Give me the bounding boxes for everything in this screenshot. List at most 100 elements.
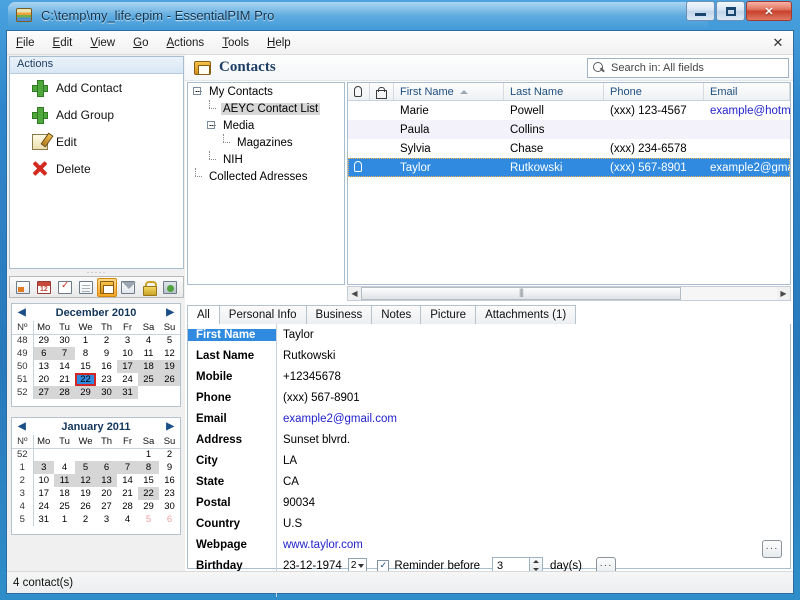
menu-go[interactable]: Go (124, 34, 157, 52)
calendar-day[interactable]: 3 (33, 461, 54, 474)
table-row[interactable]: SylviaChase(xxx) 234-6578 (348, 139, 790, 158)
calendar-day[interactable]: 18 (54, 487, 75, 500)
calendar-day[interactable]: 19 (75, 487, 96, 500)
calendar-day[interactable]: 15 (138, 474, 159, 487)
calendar-day[interactable]: 14 (117, 474, 138, 487)
tree-item-magazines[interactable]: Magazines (188, 134, 344, 151)
calendar-day[interactable]: 19 (159, 360, 180, 373)
hscroll-left-arrow-icon[interactable]: ◀ (348, 287, 361, 300)
calendar-day[interactable]: 5 (159, 334, 180, 347)
detail-value-phone[interactable]: (xxx) 567-8901 (276, 387, 790, 408)
calendar-day[interactable]: 25 (54, 500, 75, 513)
detail-value-mobile[interactable]: +12345678 (276, 366, 790, 387)
minimize-button[interactable] (686, 1, 715, 21)
calendar-day[interactable]: 1 (54, 513, 75, 526)
detail-value-last-name[interactable]: Rutkowski (276, 345, 790, 366)
calendar-day[interactable]: 11 (54, 474, 75, 487)
column-header-last-name[interactable]: Last Name (504, 83, 604, 100)
tab-picture[interactable]: Picture (420, 305, 476, 324)
menu-file[interactable]: File (7, 34, 44, 52)
calendar-next-icon[interactable]: ▶ (166, 421, 174, 432)
table-row[interactable]: TaylorRutkowski(xxx) 567-8901example2@gm… (348, 158, 790, 177)
module-button-notes[interactable] (76, 278, 96, 297)
calendar-day[interactable]: 31 (33, 513, 54, 526)
action-edit[interactable]: Edit (10, 128, 183, 155)
module-button-contacts[interactable] (97, 278, 117, 297)
module-button-trash[interactable] (160, 278, 180, 297)
calendar-day[interactable]: 16 (159, 474, 180, 487)
menu-edit[interactable]: Edit (44, 34, 82, 52)
search-input[interactable]: Search in: All fields (587, 58, 789, 78)
tab-business[interactable]: Business (306, 305, 373, 324)
calendar-day[interactable]: 11 (138, 347, 159, 360)
detail-value-state[interactable]: CA (276, 471, 790, 492)
calendar-day[interactable]: 29 (138, 500, 159, 513)
module-button-calendar[interactable] (34, 278, 54, 297)
reminder-checkbox[interactable]: ✓ (377, 560, 389, 572)
calendar-day[interactable]: 2 (75, 513, 96, 526)
stepper-up-icon[interactable] (533, 560, 539, 563)
tab-attachments-1[interactable]: Attachments (1) (475, 305, 576, 324)
calendar-day[interactable]: 29 (33, 334, 54, 347)
calendar-day[interactable]: 30 (54, 334, 75, 347)
calendar-day[interactable]: 6 (159, 513, 180, 526)
birthday-date-value[interactable]: 23-12-1974 (283, 560, 342, 572)
calendar-day[interactable]: 24 (117, 373, 138, 386)
tab-notes[interactable]: Notes (371, 305, 421, 324)
calendar-day[interactable]: 23 (159, 487, 180, 500)
calendar-day[interactable]: 30 (159, 500, 180, 513)
calendar-day[interactable]: 23 (96, 373, 117, 386)
module-button-passwords[interactable] (139, 278, 159, 297)
tree-item-collected-adresses[interactable]: Collected Adresses (188, 168, 344, 185)
calendar-day[interactable]: 25 (138, 373, 159, 386)
contact-groups-tree[interactable]: My ContactsAEYC Contact ListMediaMagazin… (187, 82, 345, 285)
calendar-prev-icon[interactable]: ◀ (18, 421, 26, 432)
calendar-day[interactable]: 24 (33, 500, 54, 513)
calendar-day[interactable]: 5 (75, 461, 96, 474)
detail-value-email[interactable]: example2@gmail.com (276, 408, 790, 429)
detail-value-first-name[interactable]: Taylor (276, 324, 790, 345)
calendar-day[interactable]: 2 (96, 334, 117, 347)
calendar-day[interactable]: 1 (138, 448, 159, 461)
tree-collapse-icon[interactable] (206, 117, 218, 134)
tab-all[interactable]: All (187, 305, 220, 324)
calendar-day[interactable]: 15 (75, 360, 96, 373)
close-button[interactable]: ✕ (746, 1, 792, 21)
calendar-day[interactable]: 5 (138, 513, 159, 526)
calendar-day[interactable]: 4 (54, 461, 75, 474)
tree-item-aeyc-contact-list[interactable]: AEYC Contact List (188, 100, 344, 117)
menu-help[interactable]: Help (258, 34, 300, 52)
action-add-group[interactable]: Add Group (10, 101, 183, 128)
grid-horizontal-scrollbar[interactable]: ◀ ▶ (347, 286, 791, 301)
calendar-day[interactable]: 12 (75, 474, 96, 487)
calendar-day[interactable]: 27 (33, 386, 54, 399)
calendar-day[interactable]: 4 (117, 513, 138, 526)
column-header-email[interactable]: Email (704, 83, 790, 100)
tree-collapse-icon[interactable] (192, 83, 204, 100)
menu-tools[interactable]: Tools (213, 34, 258, 52)
calendar-day[interactable]: 3 (96, 513, 117, 526)
calendar-day[interactable]: 9 (96, 347, 117, 360)
calendar-day[interactable]: 20 (96, 487, 117, 500)
calendar-day[interactable]: 22 (138, 487, 159, 500)
table-row[interactable]: PaulaCollins (348, 120, 790, 139)
calendar-day[interactable]: 13 (96, 474, 117, 487)
menu-view[interactable]: View (81, 34, 124, 52)
calendar-day[interactable]: 28 (117, 500, 138, 513)
calendar-day[interactable]: 28 (54, 386, 75, 399)
menubar-close-icon[interactable]: ✕ (769, 34, 787, 52)
module-button-mail[interactable] (118, 278, 138, 297)
calendar-day[interactable]: 21 (117, 487, 138, 500)
calendar-day[interactable]: 17 (33, 487, 54, 500)
calendar-next-icon[interactable]: ▶ (166, 307, 174, 318)
calendar-day[interactable]: 4 (138, 334, 159, 347)
table-row[interactable]: MariePowell(xxx) 123-4567example@hotmail… (348, 101, 790, 120)
calendar-day[interactable]: 31 (117, 386, 138, 399)
calendar-day[interactable]: 17 (117, 360, 138, 373)
calendar-day[interactable]: 8 (75, 347, 96, 360)
tree-item-nih[interactable]: NIH (188, 151, 344, 168)
calendar-day[interactable]: 30 (96, 386, 117, 399)
column-header-private[interactable] (370, 83, 394, 100)
calendar-day[interactable]: 13 (33, 360, 54, 373)
calendar-day[interactable]: 18 (138, 360, 159, 373)
